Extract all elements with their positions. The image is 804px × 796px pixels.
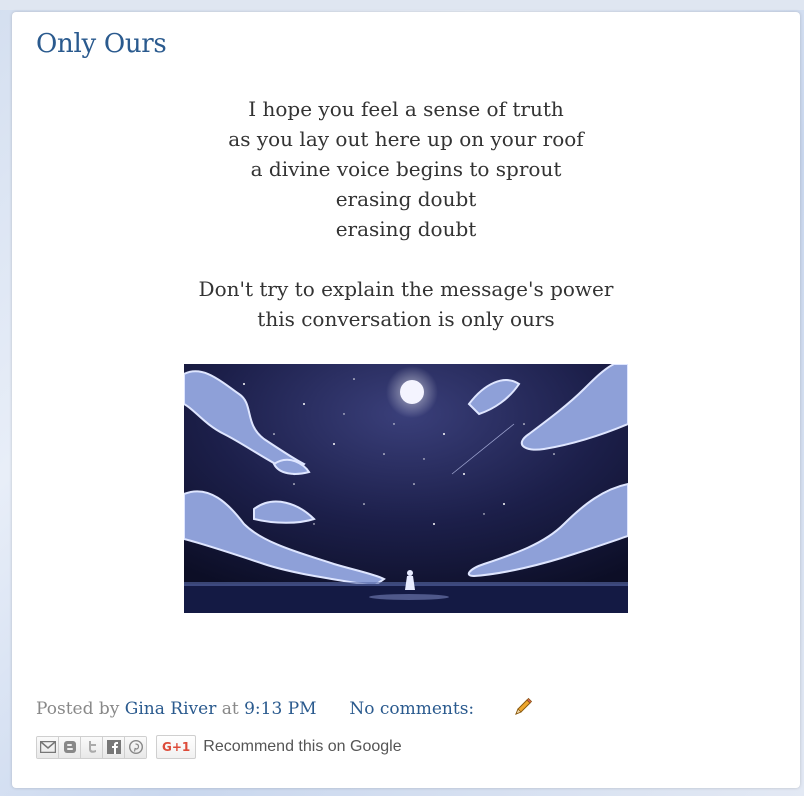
poem-line: a divine voice begins to sprout (250, 157, 562, 181)
pinterest-icon[interactable] (125, 736, 146, 758)
stanza-break (12, 244, 800, 274)
post-title[interactable]: Only Ours (36, 29, 167, 59)
share-button-group (36, 735, 147, 759)
at-label: at (221, 699, 239, 719)
post-card: Only Ours I hope you feel a sense of tru… (12, 12, 800, 788)
twitter-icon[interactable] (81, 736, 103, 758)
share-buttons: G+1 Recommend this on Google (36, 735, 402, 759)
poem-line: this conversation is only ours (257, 307, 555, 331)
poem-line: I hope you feel a sense of truth (248, 97, 564, 121)
poem-line: Don't try to explain the message's power (198, 277, 614, 301)
comments-link[interactable]: No comments: (349, 699, 474, 719)
post-footer: Posted by Gina River at 9:13 PM No comme… (36, 696, 534, 723)
author-link[interactable]: Gina River (125, 699, 217, 719)
recommend-on-google-text: Recommend this on Google (203, 738, 402, 755)
google-plus-one-button[interactable]: G+1 (156, 735, 197, 759)
posted-by-label: Posted by (36, 699, 120, 719)
poem-line: erasing doubt (335, 187, 477, 211)
timestamp-link[interactable]: 9:13 PM (244, 699, 316, 719)
poem-line: erasing doubt (335, 217, 477, 241)
facebook-icon[interactable] (103, 736, 125, 758)
night-sky-image[interactable] (184, 364, 628, 613)
poem-line: as you lay out here up on your roof (228, 127, 584, 151)
email-icon[interactable] (37, 736, 59, 758)
post-body: I hope you feel a sense of truth as you … (12, 94, 800, 334)
edit-pencil-icon[interactable] (512, 696, 534, 723)
night-sky-illustration (184, 364, 628, 613)
background-strip (0, 0, 804, 10)
blogger-icon[interactable] (59, 736, 81, 758)
